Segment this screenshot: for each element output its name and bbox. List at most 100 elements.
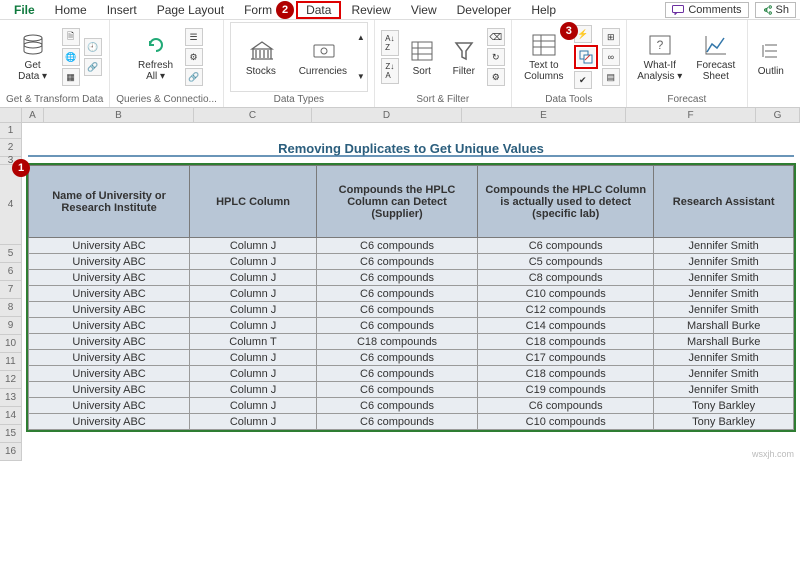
queries-btn-2[interactable]: ⚙ <box>185 48 203 66</box>
spreadsheet-grid[interactable]: 1 1 2 3 4 5 6 7 8 9 10 11 12 13 14 15 16… <box>0 123 800 461</box>
what-if-button[interactable]: ? What-If Analysis ▾ <box>633 27 687 87</box>
column-header-C[interactable]: C <box>194 108 312 123</box>
table-row[interactable]: University ABCColumn JC6 compoundsC14 co… <box>29 318 794 334</box>
tab-data[interactable]: Data <box>296 1 341 19</box>
recent-sources-button[interactable]: 🕘 <box>84 38 102 56</box>
chevron-up-icon[interactable]: ▲ <box>357 33 365 42</box>
table-cell[interactable]: Jennifer Smith <box>654 254 794 270</box>
table-cell[interactable]: C18 compounds <box>478 334 654 350</box>
table-cell[interactable]: Column J <box>190 238 317 254</box>
sort-desc-button[interactable]: Z↓A <box>381 58 399 84</box>
tab-help[interactable]: Help <box>521 1 566 19</box>
table-cell[interactable]: C6 compounds <box>478 398 654 414</box>
table-cell[interactable]: University ABC <box>29 254 190 270</box>
table-cell[interactable]: C6 compounds <box>316 270 477 286</box>
queries-btn-1[interactable]: ☰ <box>185 28 203 46</box>
table-row[interactable]: University ABCColumn JC6 compoundsC19 co… <box>29 382 794 398</box>
column-header-F[interactable]: F <box>626 108 756 123</box>
row-header-15[interactable]: 15 <box>0 425 22 443</box>
table-row[interactable]: University ABCColumn JC6 compoundsC17 co… <box>29 350 794 366</box>
table-cell[interactable]: C12 compounds <box>478 302 654 318</box>
table-cell[interactable]: Column J <box>190 350 317 366</box>
currencies-button[interactable]: Currencies <box>293 27 353 87</box>
table-cell[interactable]: Column J <box>190 366 317 382</box>
row-header-10[interactable]: 10 <box>0 335 22 353</box>
table-cell[interactable]: C19 compounds <box>478 382 654 398</box>
table-cell[interactable]: Tony Barkley <box>654 414 794 430</box>
from-table-button[interactable]: ▦ <box>62 68 80 86</box>
table-cell[interactable]: C18 compounds <box>478 366 654 382</box>
advanced-button[interactable]: ⚙ <box>487 68 505 86</box>
tab-home[interactable]: Home <box>45 1 97 19</box>
table-cell[interactable]: C6 compounds <box>316 318 477 334</box>
table-cell[interactable]: Column J <box>190 382 317 398</box>
outline-button[interactable]: Outlin <box>754 27 788 87</box>
table-cell[interactable]: Column J <box>190 254 317 270</box>
col-university[interactable]: Name of University or Research Institute <box>29 166 190 238</box>
sort-button[interactable]: Sort <box>403 27 441 87</box>
table-cell[interactable]: University ABC <box>29 238 190 254</box>
table-row[interactable]: University ABCColumn JC6 compoundsC12 co… <box>29 302 794 318</box>
row-header-6[interactable]: 6 <box>0 263 22 281</box>
remove-duplicates-button[interactable] <box>577 48 595 66</box>
column-header-A[interactable]: A <box>22 108 44 123</box>
relationships-button[interactable]: ∞ <box>602 48 620 66</box>
stocks-button[interactable]: Stocks <box>233 27 289 87</box>
table-cell[interactable]: Column J <box>190 414 317 430</box>
tab-formulas[interactable]: Form <box>234 1 274 19</box>
table-cell[interactable]: C6 compounds <box>316 366 477 382</box>
row-header-14[interactable]: 14 <box>0 407 22 425</box>
from-web-button[interactable]: 🌐 <box>62 48 80 66</box>
tab-insert[interactable]: Insert <box>97 1 147 19</box>
get-data-button[interactable]: Get Data ▾ <box>8 27 58 87</box>
column-header-G[interactable]: G <box>756 108 800 123</box>
row-header-9[interactable]: 9 <box>0 317 22 335</box>
table-cell[interactable]: University ABC <box>29 398 190 414</box>
table-cell[interactable]: C6 compounds <box>316 238 477 254</box>
filter-button[interactable]: Filter <box>445 27 483 87</box>
table-cell[interactable]: C6 compounds <box>316 414 477 430</box>
table-cell[interactable]: University ABC <box>29 302 190 318</box>
row-header-4[interactable]: 4 <box>0 165 22 245</box>
col-assistant[interactable]: Research Assistant <box>654 166 794 238</box>
queries-btn-3[interactable]: 🔗 <box>185 68 203 86</box>
table-cell[interactable]: Jennifer Smith <box>654 366 794 382</box>
tab-file[interactable]: File <box>4 1 45 19</box>
row-header-8[interactable]: 8 <box>0 299 22 317</box>
table-cell[interactable]: University ABC <box>29 318 190 334</box>
table-cell[interactable]: University ABC <box>29 270 190 286</box>
table-cell[interactable]: C6 compounds <box>316 254 477 270</box>
table-cell[interactable]: C8 compounds <box>478 270 654 286</box>
table-row[interactable]: University ABCColumn JC6 compoundsC8 com… <box>29 270 794 286</box>
table-cell[interactable]: Jennifer Smith <box>654 382 794 398</box>
manage-data-model-button[interactable]: ▤ <box>602 68 620 86</box>
table-cell[interactable]: C6 compounds <box>316 286 477 302</box>
table-cell[interactable]: Marshall Burke <box>654 334 794 350</box>
table-cell[interactable]: C14 compounds <box>478 318 654 334</box>
row-header-5[interactable]: 5 <box>0 245 22 263</box>
table-cell[interactable]: C10 compounds <box>478 414 654 430</box>
table-row[interactable]: University ABCColumn JC6 compoundsC6 com… <box>29 238 794 254</box>
table-cell[interactable]: C17 compounds <box>478 350 654 366</box>
tab-view[interactable]: View <box>401 1 447 19</box>
sort-asc-button[interactable]: A↓Z <box>381 30 399 56</box>
column-header-D[interactable]: D <box>312 108 462 123</box>
table-cell[interactable]: Tony Barkley <box>654 398 794 414</box>
table-cell[interactable]: University ABC <box>29 366 190 382</box>
table-cell[interactable]: Marshall Burke <box>654 318 794 334</box>
table-cell[interactable]: University ABC <box>29 286 190 302</box>
chevron-down-icon[interactable]: ▼ <box>357 72 365 81</box>
data-validation-button[interactable]: ✔ <box>574 71 592 89</box>
table-cell[interactable]: C5 compounds <box>478 254 654 270</box>
select-all-corner[interactable] <box>0 108 22 123</box>
row-header-12[interactable]: 12 <box>0 371 22 389</box>
table-cell[interactable]: Jennifer Smith <box>654 350 794 366</box>
comments-button[interactable]: Comments <box>665 2 748 18</box>
row-header-7[interactable]: 7 <box>0 281 22 299</box>
table-cell[interactable]: Jennifer Smith <box>654 270 794 286</box>
share-button[interactable]: Sh <box>755 2 796 18</box>
tab-developer[interactable]: Developer <box>447 1 522 19</box>
table-cell[interactable]: University ABC <box>29 334 190 350</box>
table-cell[interactable]: Jennifer Smith <box>654 238 794 254</box>
table-cell[interactable]: Jennifer Smith <box>654 302 794 318</box>
